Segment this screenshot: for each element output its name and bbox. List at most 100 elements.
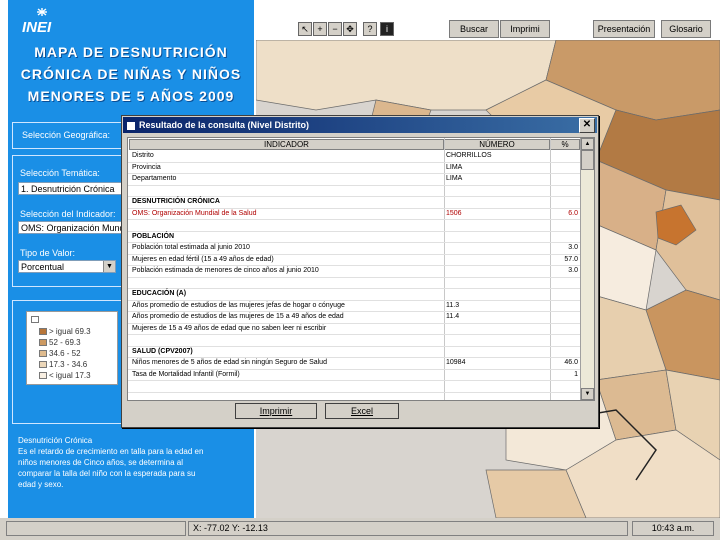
legend-item: 52 - 69.3 <box>39 339 81 347</box>
percent-cell: 57.0 <box>564 255 578 263</box>
description-line: Es el retardo de crecimiento en talla pa… <box>18 447 204 456</box>
search-button[interactable]: Buscar <box>449 20 499 38</box>
indicator-cell: POBLACIÓN <box>132 232 174 240</box>
legend-item: 34.6 - 52 <box>39 350 81 358</box>
indicator-cell: Años promedio de estudios de las mujeres… <box>132 313 344 320</box>
dialog-title-bar[interactable]: Resultado de la consulta (Nivel Distrito… <box>123 117 597 133</box>
pointer-icon[interactable]: ↖ <box>298 22 312 36</box>
indicator-cell: Años promedio de estudios de las mujeres… <box>132 301 345 309</box>
glossary-button[interactable]: Glosario <box>661 20 711 38</box>
table-row[interactable]: Años promedio de estudios de las mujeres… <box>128 312 580 321</box>
indicator-cell: OMS: Organización Mundial de la Salud <box>132 209 257 217</box>
percent-cell: 3.0 <box>568 244 578 251</box>
indicator-cell: Distrito <box>132 152 154 159</box>
table-row[interactable] <box>128 381 580 390</box>
indicator-cell: Provincia <box>132 163 161 171</box>
section-header-row[interactable]: POBLACIÓN <box>128 232 580 241</box>
table-row[interactable] <box>128 335 580 344</box>
vertical-scrollbar[interactable]: ▲ ▼ <box>580 138 594 400</box>
pan-icon[interactable]: ✥ <box>343 22 357 36</box>
indicator-cell: Niños menores de 5 años de edad sin ning… <box>132 359 327 366</box>
print-button[interactable]: Imprimi <box>500 20 550 38</box>
percent-cell: 1 <box>574 370 578 378</box>
legend-checkbox[interactable] <box>31 316 39 324</box>
number-cell: 10984 <box>446 359 466 366</box>
info-icon[interactable]: i <box>380 22 394 36</box>
indicator-cell: Mujeres de 15 a 49 años de edad que no s… <box>132 324 327 332</box>
status-field-empty <box>6 521 186 536</box>
number-cell: LIMA <box>446 163 463 171</box>
table-row[interactable]: Niños menores de 5 años de edad sin ning… <box>128 358 580 367</box>
dialog-excel-button[interactable]: Excel <box>325 403 399 419</box>
zoom-in-icon[interactable]: + <box>313 22 327 36</box>
thematic-select[interactable]: 1. Desnutrición Crónica <box>18 182 128 195</box>
percent-cell: 3.0 <box>568 267 578 274</box>
dialog-title: Resultado de la consulta (Nivel Distrito… <box>139 120 310 130</box>
query-result-dialog: Resultado de la consulta (Nivel Distrito… <box>121 115 599 428</box>
zoom-out-icon[interactable]: − <box>328 22 342 36</box>
table-row[interactable]: Distrito CHORRILLOS <box>128 151 580 160</box>
scroll-up-icon[interactable]: ▲ <box>581 138 594 150</box>
table-row[interactable]: Departamento LIMA <box>128 174 580 183</box>
number-cell: LIMA <box>446 175 463 182</box>
legend-item: 17.3 - 34.6 <box>39 361 87 369</box>
indicator-select[interactable]: OMS: Organización Mundial <box>18 221 128 234</box>
presentation-button[interactable]: Presentación <box>593 20 655 38</box>
dialog-print-label: Imprimir <box>259 406 293 416</box>
section-header-row[interactable]: EDUCACIÓN (A) <box>128 289 580 298</box>
table-row[interactable]: Población total estimada al junio 2010 3.… <box>128 243 580 252</box>
section-header-row[interactable]: SALUD (CPV2007) <box>128 347 580 356</box>
thematic-select-value: 1. Desnutrición Crónica <box>21 184 115 194</box>
description-line: niños menores de Cinco años, se determin… <box>18 458 183 467</box>
scroll-thumb[interactable] <box>581 150 594 170</box>
table-row[interactable]: Provincia LIMA <box>128 163 580 172</box>
geo-selection-label: Selección Geográfica: <box>22 130 111 140</box>
map-title-line-2: CRÓNICA DE NIÑAS Y NIÑOS <box>20 66 242 82</box>
description-line: edad y sexo. <box>18 480 64 489</box>
table-row[interactable] <box>128 220 580 229</box>
value-type-label: Tipo de Valor: <box>20 248 76 258</box>
legend-box: > igual 69.3 52 - 69.3 34.6 - 52 17.3 - … <box>26 311 118 385</box>
close-icon[interactable]: ✕ <box>579 118 595 133</box>
coordinates-readout: X: -77.02 Y: -12.13 <box>188 521 628 536</box>
scroll-down-icon[interactable]: ▼ <box>581 388 594 400</box>
dialog-print-button[interactable]: Imprimir <box>235 403 317 419</box>
indicator-cell: Población estimada de menores de cinco a… <box>132 267 319 274</box>
header-percent[interactable]: % <box>550 139 580 150</box>
map-title-line-1: MAPA DE DESNUTRICIÓN <box>34 44 228 60</box>
dialog-excel-label: Excel <box>350 406 373 416</box>
section-header-row[interactable]: DESNUTRICIÓN CRÓNICA <box>128 197 580 206</box>
logo-text: INEI <box>22 19 52 36</box>
indicator-cell: EDUCACIÓN (A) <box>132 290 187 297</box>
table-row[interactable] <box>128 186 580 195</box>
number-cell: 11.4 <box>446 313 460 320</box>
table-row[interactable]: Mujeres de 15 a 49 años de edad que no s… <box>128 324 580 333</box>
table-row[interactable]: Años promedio de estudios de las mujeres… <box>128 301 580 310</box>
table-row[interactable]: Mujeres en edad fértil (15 a 49 años de … <box>128 255 580 264</box>
indicator-selection-label: Selección del Indicador: <box>20 209 116 219</box>
number-cell: 11.3 <box>446 301 460 309</box>
table-row[interactable]: OMS: Organización Mundial de la Salud 150… <box>128 209 580 218</box>
thematic-selection-label: Selección Temática: <box>20 168 100 178</box>
table-row[interactable] <box>128 278 580 287</box>
indicator-cell: Mujeres en edad fértil (15 a 49 años de … <box>132 255 274 263</box>
header-indicador[interactable]: INDICADOR <box>129 139 444 150</box>
percent-cell: 6.0 <box>568 209 578 217</box>
indicator-cell: Tasa de Mortalidad Infantil (Formil) <box>132 370 240 378</box>
description-title: Desnutrición Crónica <box>18 436 93 445</box>
indicator-cell: Población total estimada al junio 2010 <box>132 244 250 251</box>
number-cell: CHORRILLOS <box>446 152 492 159</box>
value-type-select[interactable]: Porcentual ▼ <box>18 260 116 273</box>
number-cell: 1506 <box>446 209 462 217</box>
table-row[interactable]: Tasa de Mortalidad Infantil (Formil) 1 <box>128 370 580 379</box>
indicator-cell: SALUD (CPV2007) <box>132 347 193 355</box>
table-row[interactable]: Población estimada de menores de cinco a… <box>128 266 580 275</box>
result-grid[interactable]: INDICADOR NÚMERO % Distrito CHORRILLOS Pro… <box>127 137 595 401</box>
indicator-select-value: OMS: Organización Mundial <box>21 223 128 233</box>
legend-header <box>31 316 41 324</box>
indicator-cell: Departamento <box>132 175 177 182</box>
map-title-line-3: MENORES DE 5 AÑOS 2009 <box>27 88 235 104</box>
identify-icon[interactable]: ? <box>363 22 377 36</box>
row-divider <box>128 391 580 393</box>
header-numero[interactable]: NÚMERO <box>444 139 550 150</box>
